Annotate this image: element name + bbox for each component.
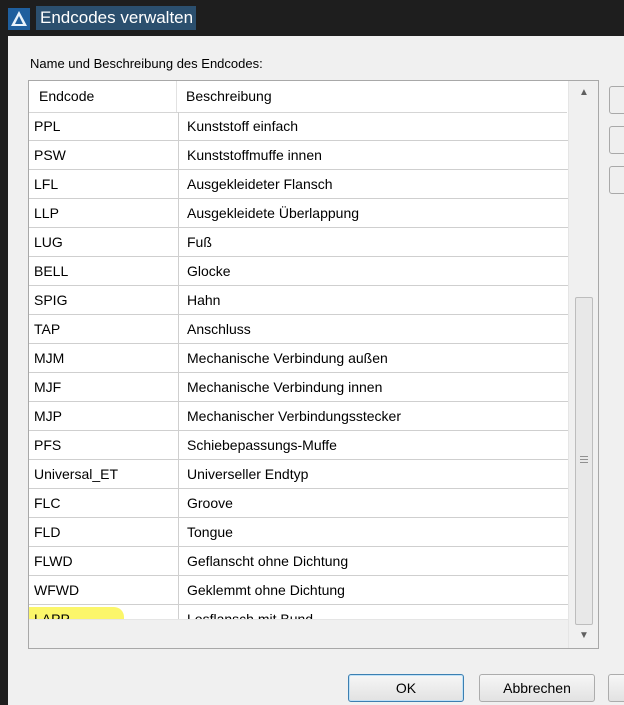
row-endcode: PSW: [29, 141, 179, 169]
list-row[interactable]: WFWD Geklemmt ohne Dichtung: [29, 576, 569, 605]
list-caption: Name und Beschreibung des Endcodes:: [30, 56, 263, 71]
endcode-text: MJP: [34, 408, 62, 424]
list-row[interactable]: PSW Kunststoffmuffe innen: [29, 141, 569, 170]
column-header-description[interactable]: Beschreibung: [177, 81, 567, 112]
row-description: Mechanische Verbindung innen: [187, 379, 383, 395]
row-endcode: PPL: [29, 112, 179, 140]
row-description: Glocke: [187, 263, 231, 279]
endcode-text: LFL: [34, 176, 59, 192]
row-endcode: FLD: [29, 518, 179, 546]
row-endcode: MJF: [29, 373, 179, 401]
row-endcode: LFL: [29, 170, 179, 198]
arrow-down-icon[interactable]: ▼: [569, 624, 598, 648]
row-endcode: MJP: [29, 402, 179, 430]
row-description: Ausgekleideter Flansch: [187, 176, 333, 192]
row-endcode: MJM: [29, 344, 179, 372]
row-endcode: Universal_ET: [29, 460, 179, 488]
cancel-button[interactable]: Abbrechen: [479, 674, 595, 702]
autocad-icon: [8, 8, 30, 30]
title-bar: Endcodes verwalten: [0, 0, 624, 36]
list-row[interactable]: PPL Kunststoff einfach: [29, 112, 569, 141]
scrollbar-thumb[interactable]: [575, 297, 593, 625]
ok-button[interactable]: OK: [348, 674, 464, 702]
side-button-2[interactable]: [609, 126, 624, 154]
side-button-3[interactable]: [609, 166, 624, 194]
row-description: Mechanische Verbindung außen: [187, 350, 388, 366]
row-description: Schiebepassungs-Muffe: [187, 437, 337, 453]
row-description: Ausgekleidete Überlappung: [187, 205, 360, 221]
endcode-text: PSW: [34, 147, 66, 163]
row-description: Kunststoffmuffe innen: [187, 147, 322, 163]
row-endcode: SPIG: [29, 286, 179, 314]
endcode-list[interactable]: Endcode Beschreibung PPL Kunststoff einfa…: [28, 80, 599, 649]
list-row[interactable]: MJM Mechanische Verbindung außen: [29, 344, 569, 373]
endcode-text: LUG: [34, 234, 63, 250]
row-endcode: TAP: [29, 315, 179, 343]
list-header: Endcode Beschreibung: [29, 81, 567, 113]
row-endcode: BELL: [29, 257, 179, 285]
endcode-text: BELL: [34, 263, 69, 279]
endcode-text: FLD: [34, 524, 61, 540]
endcode-text: PFS: [34, 437, 62, 453]
list-row[interactable]: SPIG Hahn: [29, 286, 569, 315]
list-row[interactable]: FLWD Geflanscht ohne Dichtung: [29, 547, 569, 576]
list-row[interactable]: Universal_ET Universeller Endtyp: [29, 460, 569, 489]
row-description: Kunststoff einfach: [187, 118, 299, 134]
endcode-text: FLWD: [34, 553, 73, 569]
column-header-endcode[interactable]: Endcode: [29, 81, 177, 112]
list-row[interactable]: LLP Ausgekleidete Überlappung: [29, 199, 569, 228]
list-row[interactable]: PFS Schiebepassungs-Muffe: [29, 431, 569, 460]
row-endcode: FLWD: [29, 547, 179, 575]
window-title: Endcodes verwalten: [36, 6, 196, 30]
grip-icon: [580, 459, 588, 460]
side-button-1[interactable]: [609, 86, 624, 114]
list-rows: PPL Kunststoff einfach PSW Kunststoffmuffe …: [29, 112, 569, 634]
grip-icon: [580, 456, 588, 457]
row-endcode: FLC: [29, 489, 179, 517]
arrow-up-icon[interactable]: ▲: [569, 81, 598, 105]
endcode-text: TAP: [34, 321, 61, 337]
row-endcode: LUG: [29, 228, 179, 256]
row-description: Geflanscht ohne Dichtung: [187, 553, 349, 569]
list-row[interactable]: TAP Anschluss: [29, 315, 569, 344]
horizontal-scrollbar[interactable]: [29, 619, 568, 648]
extra-button[interactable]: [608, 674, 624, 702]
row-endcode: PFS: [29, 431, 179, 459]
endcode-text: MJM: [34, 350, 65, 366]
row-description: Geklemmt ohne Dichtung: [187, 582, 345, 598]
row-description: Anschluss: [187, 321, 251, 337]
row-description: Universeller Endtyp: [187, 466, 309, 482]
row-endcode: LLP: [29, 199, 179, 227]
list-row[interactable]: FLD Tongue: [29, 518, 569, 547]
list-row[interactable]: BELL Glocke: [29, 257, 569, 286]
endcode-text: Universal_ET: [34, 466, 119, 482]
endcode-text: PPL: [34, 118, 61, 134]
list-row[interactable]: LUG Fuß: [29, 228, 569, 257]
endcode-text: MJF: [34, 379, 62, 395]
row-description: Mechanischer Verbindungsstecker: [187, 408, 402, 424]
endcode-text: SPIG: [34, 292, 68, 308]
row-description: Hahn: [187, 292, 221, 308]
vertical-scrollbar[interactable]: ▲ ▼: [568, 81, 598, 648]
list-row[interactable]: MJP Mechanischer Verbindungsstecker: [29, 402, 569, 431]
list-row[interactable]: FLC Groove: [29, 489, 569, 518]
endcode-text: WFWD: [34, 582, 80, 598]
row-description: Fuß: [187, 234, 212, 250]
row-endcode: WFWD: [29, 576, 179, 604]
row-description: Groove: [187, 495, 233, 511]
grip-icon: [580, 462, 588, 463]
endcode-text: FLC: [34, 495, 61, 511]
endcode-text: LLP: [34, 205, 59, 221]
row-description: Tongue: [187, 524, 233, 540]
list-row[interactable]: LFL Ausgekleideter Flansch: [29, 170, 569, 199]
list-row[interactable]: MJF Mechanische Verbindung innen: [29, 373, 569, 402]
